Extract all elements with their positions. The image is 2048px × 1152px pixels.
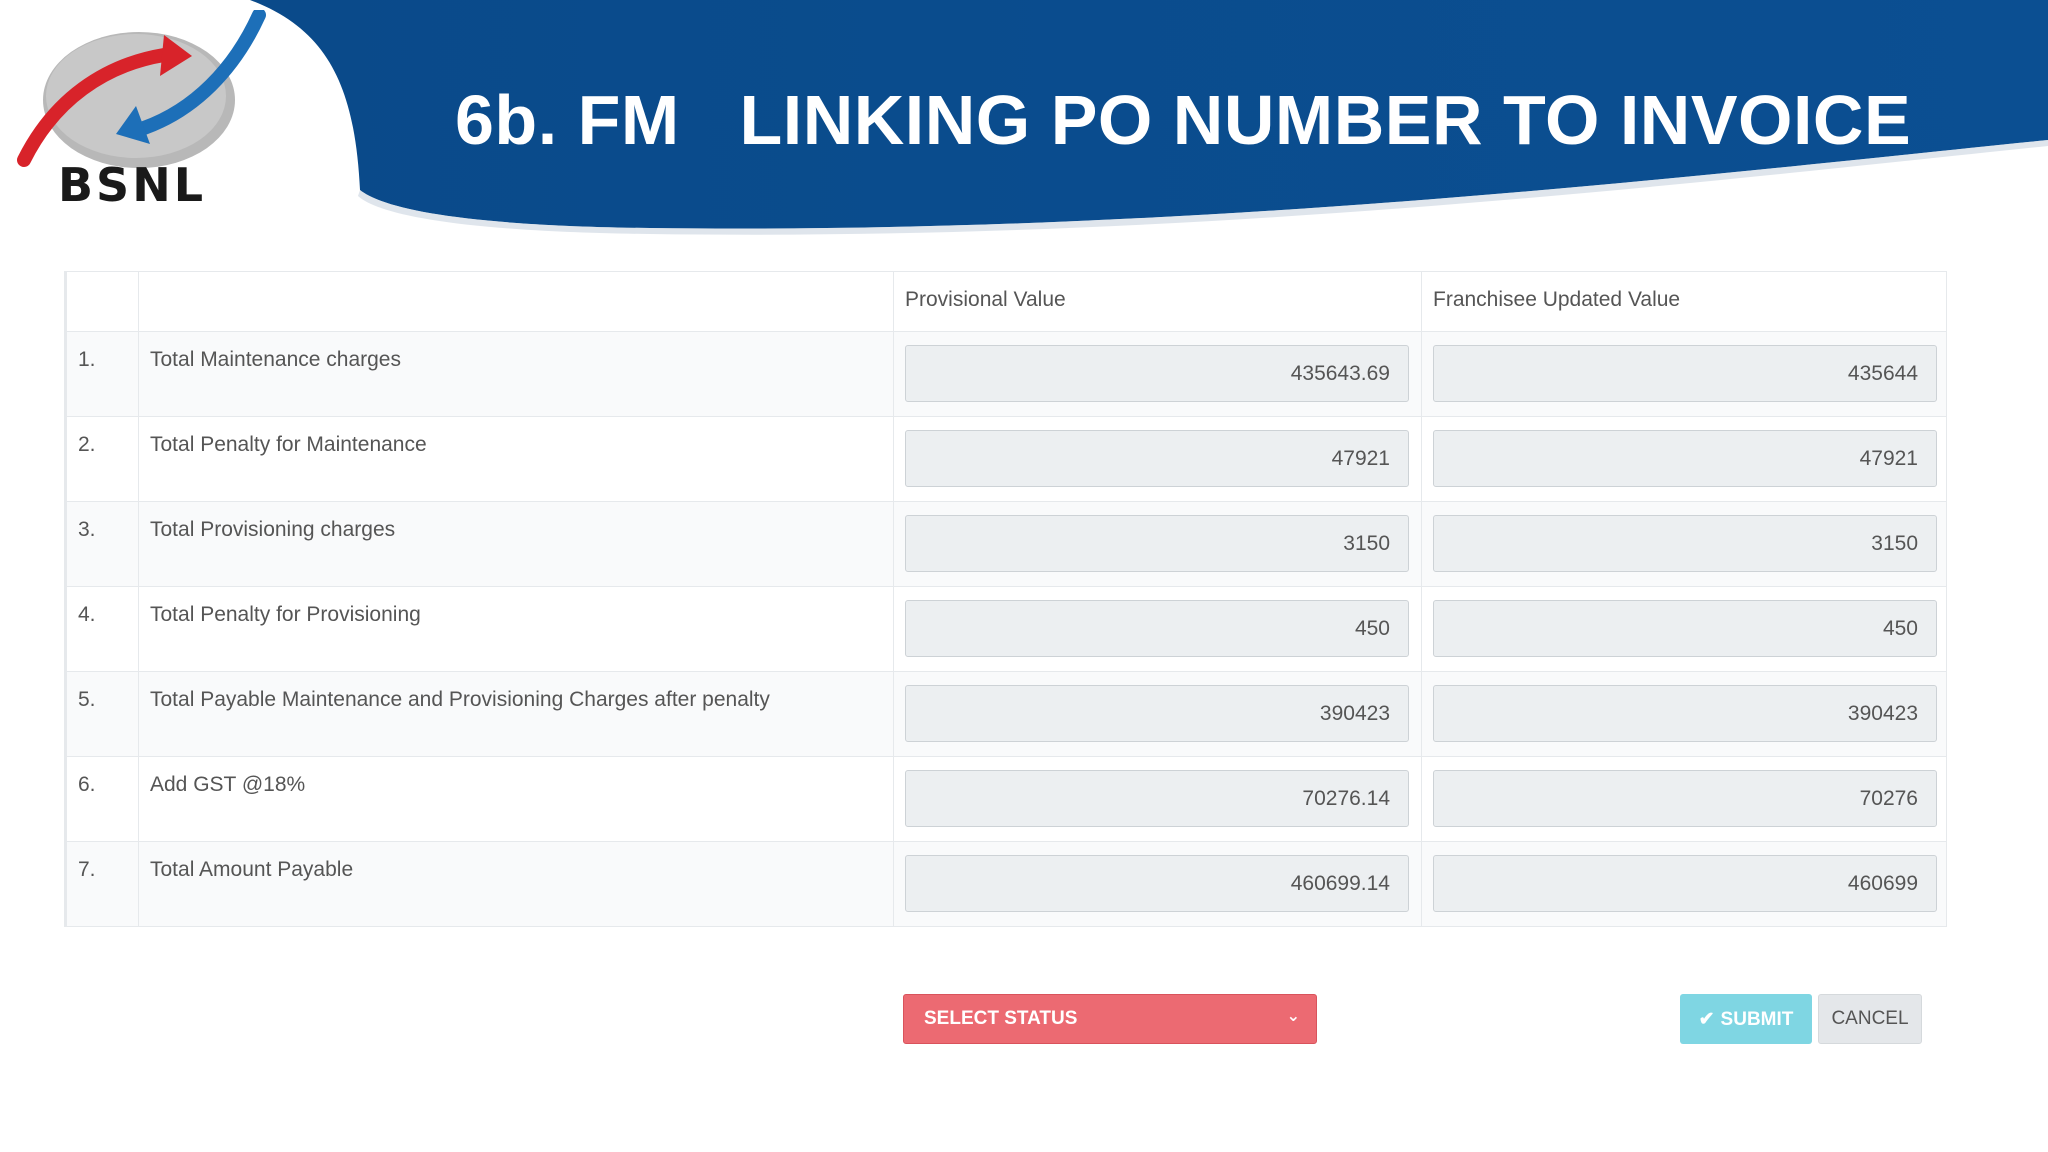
row-label: Total Penalty for Maintenance [150,433,427,456]
row-number: 3. [78,518,96,541]
row-label: Total Provisioning charges [150,518,396,541]
provisional-value-field[interactable] [905,515,1409,572]
franchisee-value-field[interactable] [1433,770,1937,827]
check-icon: ✔ [1698,1008,1715,1030]
provisional-value-field[interactable] [905,430,1409,487]
row-label: Total Penalty for Provisioning [150,603,421,626]
table-row: 4. Total Penalty for Provisioning [66,586,1947,672]
header-provisional-value: Provisional Value [893,271,1422,332]
row-number: 6. [78,773,96,796]
slide-title: 6b. FM LINKING PO NUMBER TO INVOICE [455,81,1912,159]
row-label: Total Payable Maintenance and Provisioni… [150,688,770,711]
status-select[interactable]: SELECT STATUS ⌄ [903,994,1317,1044]
table-row: 3. Total Provisioning charges [66,501,1947,587]
header-description [138,271,894,332]
header-franchisee-updated-value: Franchisee Updated Value [1421,271,1947,332]
franchisee-value-field[interactable] [1433,600,1937,657]
status-select-label: SELECT STATUS [924,1008,1078,1029]
logo-text: BSNL [58,158,207,212]
row-number: 5. [78,688,96,711]
table-row: 6. Add GST @18% [66,756,1947,842]
invoice-table: Provisional Value Franchisee Updated Val… [64,271,1947,927]
provisional-value-field[interactable] [905,855,1409,912]
row-number: 1. [78,348,96,371]
header-index [66,271,139,332]
table-row: 5. Total Payable Maintenance and Provisi… [66,671,1947,757]
provisional-value-field[interactable] [905,345,1409,402]
franchisee-value-field[interactable] [1433,345,1937,402]
franchisee-value-field[interactable] [1433,685,1937,742]
submit-label: SUBMIT [1720,1008,1794,1030]
row-label: Add GST @18% [150,773,306,796]
chevron-down-icon: ⌄ [1286,1008,1300,1025]
table-row: 1. Total Maintenance charges [66,331,1947,417]
provisional-value-field[interactable] [905,685,1409,742]
row-number: 2. [78,433,96,456]
row-number: 7. [78,858,96,881]
row-label: Total Maintenance charges [150,348,401,371]
franchisee-value-field[interactable] [1433,515,1937,572]
submit-button[interactable]: ✔ SUBMIT [1680,994,1812,1044]
row-number: 4. [78,603,96,626]
table-row: 2. Total Penalty for Maintenance [66,416,1947,502]
franchisee-value-field[interactable] [1433,855,1937,912]
provisional-value-field[interactable] [905,600,1409,657]
table-row: 7. Total Amount Payable [66,841,1947,927]
cancel-label: CANCEL [1831,1008,1909,1029]
cancel-button[interactable]: CANCEL [1818,994,1922,1044]
row-label: Total Amount Payable [150,858,354,881]
franchisee-value-field[interactable] [1433,430,1937,487]
provisional-value-field[interactable] [905,770,1409,827]
